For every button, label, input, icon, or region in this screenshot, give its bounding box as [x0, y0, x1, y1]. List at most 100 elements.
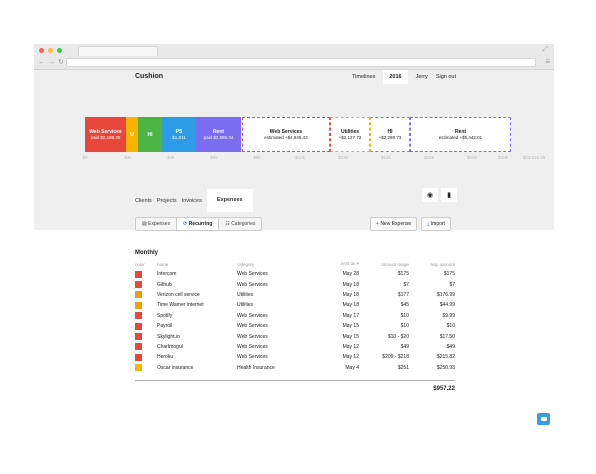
- axis-tick-label: $14k: [381, 155, 391, 160]
- col-category[interactable]: category: [237, 259, 317, 269]
- tab-projects[interactable]: Projects: [157, 198, 177, 204]
- import-button[interactable]: ⤓ Import: [421, 217, 451, 231]
- minimize-dot[interactable]: [48, 48, 53, 53]
- table-row[interactable]: Oscar insurance Health Insurance May 4 $251…: [135, 363, 455, 373]
- axis-tick-label: $10k: [295, 155, 305, 160]
- timeline-bar[interactable]: Web Services estimated +$4,845.43: [242, 117, 330, 152]
- cell-avg: $17.50: [439, 333, 455, 340]
- cell-category: Web Services: [237, 323, 268, 330]
- cell-next: May 18: [342, 281, 359, 288]
- chat-widget-icon[interactable]: [537, 413, 550, 425]
- categories-view-button[interactable]: ☷ Categories: [219, 218, 261, 230]
- new-expense-button[interactable]: + New Expense: [370, 217, 418, 231]
- axis-tick-label: $12k: [338, 155, 348, 160]
- cell-category: Web Services: [237, 271, 268, 278]
- col-color[interactable]: color: [135, 259, 157, 269]
- timeline-bar[interactable]: HI: [138, 117, 162, 152]
- axis-tick-label: $20k: [498, 155, 508, 160]
- color-swatch: [135, 270, 142, 278]
- cell-color: [135, 321, 157, 331]
- action-buttons: + New Expense ⤓ Import: [370, 217, 451, 231]
- tab-expenses[interactable]: Expenses: [206, 189, 253, 212]
- timeline-bar[interactable]: Web Services paid $2,198.30: [85, 117, 126, 152]
- cell-range: $251: [397, 364, 409, 371]
- table-header-row: color name category next on ▾ amount ran…: [135, 259, 455, 269]
- address-bar[interactable]: [66, 58, 536, 67]
- table-row[interactable]: Github Web Services May 18 $7 $7: [135, 279, 455, 289]
- recurring-view-label: Recurring: [188, 221, 213, 227]
- table-row[interactable]: Time Warner internet Utilities May 18 $45 $4…: [135, 300, 455, 310]
- cell-name: Verizon cell service: [157, 291, 200, 298]
- bar-chart-icon[interactable]: ▮: [441, 188, 457, 202]
- color-swatch: [135, 291, 142, 299]
- tab-clients[interactable]: Clients: [135, 198, 152, 204]
- axis-tick-label: $8k: [253, 155, 261, 160]
- tab-invoices[interactable]: Invoices: [182, 198, 202, 204]
- recurring-view-button[interactable]: ⟳ Recurring: [177, 218, 220, 230]
- cell-next: May 17: [342, 312, 359, 319]
- eye-icon[interactable]: ◉: [422, 188, 438, 202]
- cell-avg: $215.82: [436, 354, 455, 361]
- table-row[interactable]: Verizon cell service Utilities May 18 $177 $…: [135, 290, 455, 300]
- timeline-bar[interactable]: PS $1,811: [162, 117, 196, 152]
- cell-range: $175: [397, 271, 409, 278]
- new-expense-label: New Expense: [380, 221, 412, 227]
- timeline-bar[interactable]: Rent estimated +$5,442.01: [410, 117, 511, 152]
- cell-color: [135, 290, 157, 300]
- timeline-bar[interactable]: Utilities +$2,127.72: [330, 117, 370, 152]
- cell-color: [135, 342, 157, 352]
- signout-link[interactable]: Sign out: [436, 70, 456, 84]
- nav-arrows-icon[interactable]: ←→↻: [38, 58, 67, 66]
- table-row[interactable]: Payroll Web Services May 15 $10 $10: [135, 321, 455, 331]
- cell-category: Web Services: [237, 312, 268, 319]
- table-row[interactable]: Skylight.io Web Services May 15 $10 - $20 $1…: [135, 331, 455, 341]
- table-row[interactable]: Spotify Web Services May 17 $10 $9.99: [135, 311, 455, 321]
- col-range[interactable]: amount range: [359, 259, 409, 269]
- cell-next: May 18: [342, 302, 359, 309]
- timeline-bar[interactable]: Rent paid $2,585.34: [196, 117, 241, 152]
- axis-tick-label: $16k: [424, 155, 434, 160]
- table-row[interactable]: Intercom Web Services May 28 $175 $175: [135, 269, 455, 279]
- cell-color: [135, 363, 157, 373]
- col-avg[interactable]: avg. amount: [409, 259, 455, 269]
- table-row[interactable]: Heroku Web Services May 12 $209 - $218 $215.…: [135, 352, 455, 362]
- cell-category: Web Services: [237, 281, 268, 288]
- color-swatch: [135, 364, 142, 372]
- timelines-link[interactable]: Timelines: [352, 70, 375, 84]
- col-name[interactable]: name: [157, 259, 237, 269]
- axis-tick-label: $23,516.26: [522, 155, 546, 160]
- cell-name: Payroll: [157, 323, 173, 330]
- timeline-bar-amount: estimated +$4,845.43: [264, 134, 308, 140]
- cell-category: Web Services: [237, 333, 268, 340]
- timeline-bar-title: U: [130, 131, 134, 138]
- cell-name: Time Warner internet: [157, 302, 204, 309]
- cell-category: Health Insurance: [237, 364, 275, 371]
- timeline-bar[interactable]: HI +$2,288.73: [370, 117, 410, 152]
- timeline-bar[interactable]: U: [126, 117, 138, 152]
- maximize-dot[interactable]: [57, 48, 62, 53]
- cell-avg: $176.99: [436, 291, 455, 298]
- total-amount: $957.22: [433, 386, 455, 392]
- col-next[interactable]: next on ▾: [317, 259, 359, 269]
- cell-name: Intercom: [157, 271, 177, 278]
- close-dot[interactable]: [39, 48, 44, 53]
- cell-next: May 12: [342, 343, 359, 350]
- axis-tick-label: $2k: [124, 155, 132, 160]
- cell-category: Utilities: [237, 291, 254, 298]
- color-swatch: [135, 312, 142, 320]
- browser-tab[interactable]: [78, 46, 158, 56]
- categories-view-label: Categories: [231, 221, 256, 227]
- expand-icon[interactable]: ⤢: [542, 46, 548, 54]
- browser-chrome: ⤢ ←→↻ ≡: [34, 44, 554, 70]
- timeline-bar-amount: $1,811: [172, 134, 186, 140]
- table-row[interactable]: Chartmogul Web Services May 12 $49 $49: [135, 342, 455, 352]
- expenses-view-button[interactable]: ▤ Expenses: [136, 218, 178, 230]
- cell-color: [135, 352, 157, 362]
- menu-icon[interactable]: ≡: [545, 57, 550, 66]
- import-label: Import: [430, 221, 445, 227]
- cell-color: [135, 300, 157, 310]
- cell-range: $177: [397, 291, 409, 298]
- user-menu[interactable]: Jerry: [416, 70, 428, 84]
- color-swatch: [135, 343, 142, 351]
- year-selector[interactable]: 2016: [383, 70, 408, 84]
